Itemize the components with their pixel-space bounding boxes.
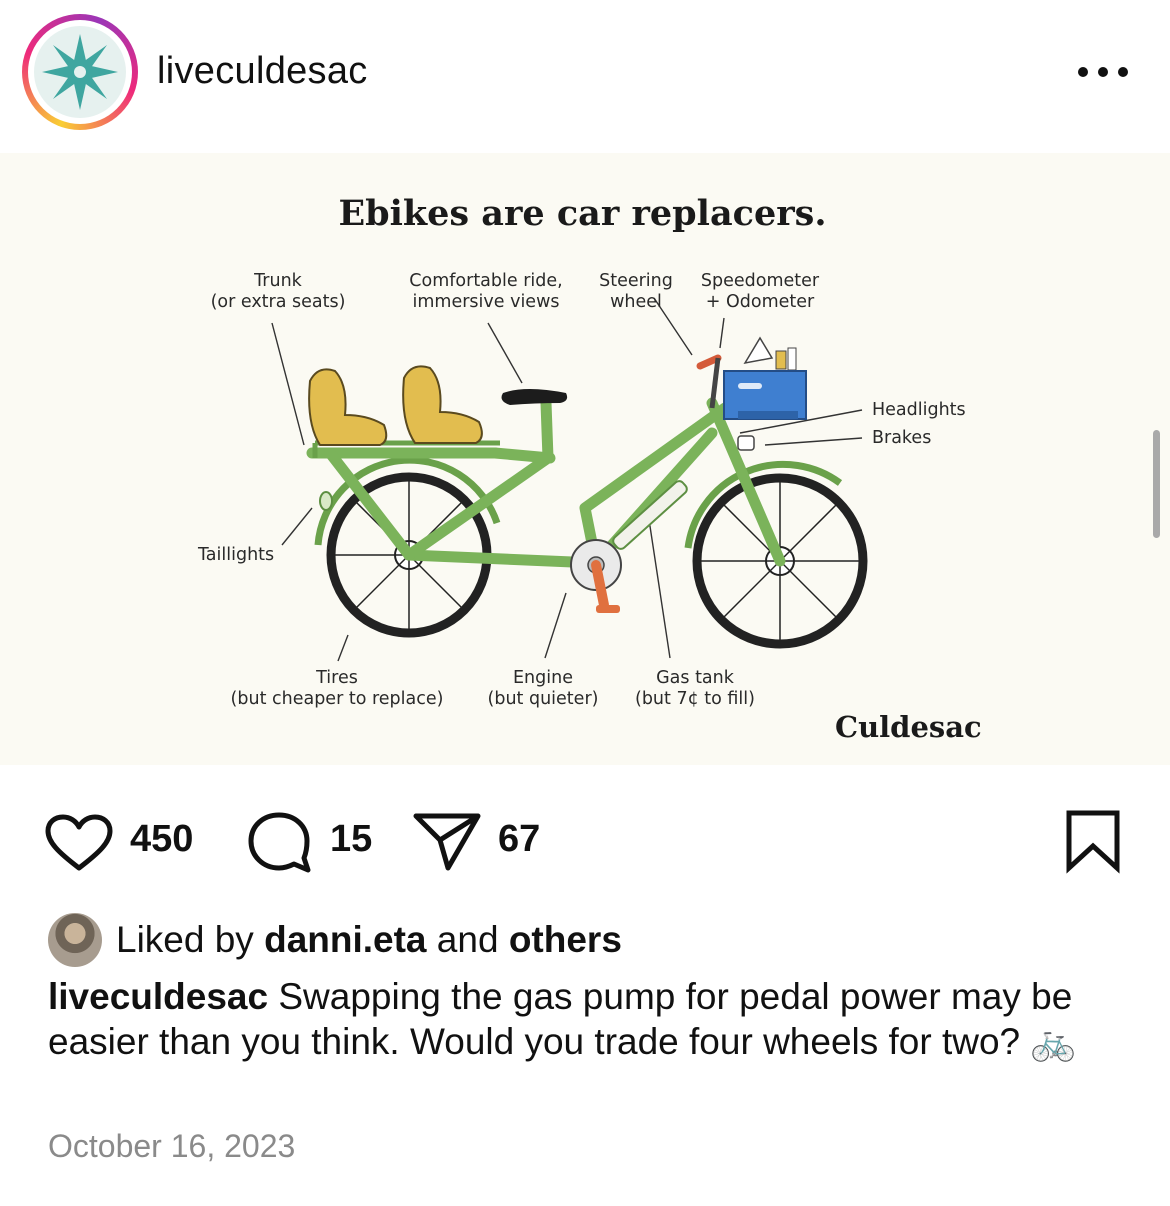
label-headlights: Headlights bbox=[872, 400, 966, 420]
likes-count[interactable]: 450 bbox=[130, 818, 193, 861]
liker-username[interactable]: danni.eta bbox=[264, 919, 426, 960]
liked-by-text: Liked by danni.eta and others bbox=[116, 919, 622, 961]
label-taillights: Taillights bbox=[198, 545, 275, 565]
dot bbox=[1078, 67, 1088, 77]
comment-icon[interactable] bbox=[246, 812, 312, 874]
post-image[interactable]: Ebikes are car replacers. Trunk (or extr… bbox=[0, 153, 1170, 765]
label-text: Engine bbox=[513, 668, 573, 688]
label-subtext: immersive views bbox=[412, 292, 560, 312]
post-header: liveculdesac bbox=[0, 0, 1170, 150]
shares-count[interactable]: 67 bbox=[498, 818, 540, 861]
front-crate bbox=[723, 336, 807, 420]
label-text: Comfortable ride, bbox=[409, 271, 563, 291]
label-subtext: (but 7¢ to fill) bbox=[635, 689, 755, 709]
label-tires: Tires (but cheaper to replace) bbox=[220, 668, 454, 710]
liked-by-row[interactable]: Liked by danni.eta and others bbox=[48, 912, 622, 968]
caption-username[interactable]: liveculdesac bbox=[48, 976, 268, 1017]
label-text: Steering bbox=[599, 271, 673, 291]
label-subtext: + Odometer bbox=[705, 292, 815, 312]
bicycle-emoji-icon: 🚲 bbox=[1030, 1021, 1077, 1062]
label-subtext: (but quieter) bbox=[487, 689, 599, 709]
post-caption: liveculdesac Swapping the gas pump for p… bbox=[48, 974, 1128, 1064]
comments-count[interactable]: 15 bbox=[330, 818, 372, 861]
dot bbox=[1118, 67, 1128, 77]
liked-by-and: and bbox=[436, 919, 499, 960]
scrollbar-thumb[interactable] bbox=[1153, 430, 1160, 538]
infographic-title: Ebikes are car replacers. bbox=[338, 193, 827, 234]
heart-icon[interactable] bbox=[44, 814, 114, 872]
label-speedometer: Speedometer + Odometer bbox=[694, 271, 826, 313]
label-steering-wheel: Steering wheel bbox=[590, 271, 682, 313]
brand-wordmark: Culdesac bbox=[835, 710, 982, 744]
dot bbox=[1098, 67, 1108, 77]
post-username[interactable]: liveculdesac bbox=[157, 50, 368, 93]
label-text: Speedometer bbox=[700, 271, 820, 291]
child-seats bbox=[308, 365, 483, 446]
label-text: Tires bbox=[316, 668, 358, 688]
avatar-inner bbox=[28, 20, 132, 124]
label-subtext: (but cheaper to replace) bbox=[230, 689, 444, 709]
bookmark-icon[interactable] bbox=[1064, 808, 1122, 874]
label-text: Trunk bbox=[254, 271, 302, 291]
more-horizontal-icon[interactable] bbox=[1078, 60, 1134, 84]
label-comfortable-ride: Comfortable ride, immersive views bbox=[400, 271, 572, 313]
post-date: October 16, 2023 bbox=[48, 1128, 296, 1164]
action-bar: 450 15 67 bbox=[0, 800, 1170, 880]
profile-avatar-story-ring[interactable] bbox=[22, 14, 138, 130]
avatar bbox=[34, 26, 126, 118]
label-engine: Engine (but quieter) bbox=[478, 668, 608, 710]
label-subtext: wheel bbox=[610, 292, 662, 312]
liked-by-prefix: Liked by bbox=[116, 919, 254, 960]
others-link[interactable]: others bbox=[509, 919, 622, 960]
label-trunk: Trunk (or extra seats) bbox=[196, 271, 360, 313]
label-text: Gas tank bbox=[656, 668, 734, 688]
label-brakes: Brakes bbox=[872, 428, 932, 448]
label-subtext: (or extra seats) bbox=[210, 292, 346, 312]
label-gas-tank: Gas tank (but 7¢ to fill) bbox=[626, 668, 764, 710]
liker-avatar[interactable] bbox=[48, 913, 102, 967]
share-paper-plane-icon[interactable] bbox=[412, 810, 482, 872]
compass-star-logo-icon bbox=[42, 34, 118, 110]
